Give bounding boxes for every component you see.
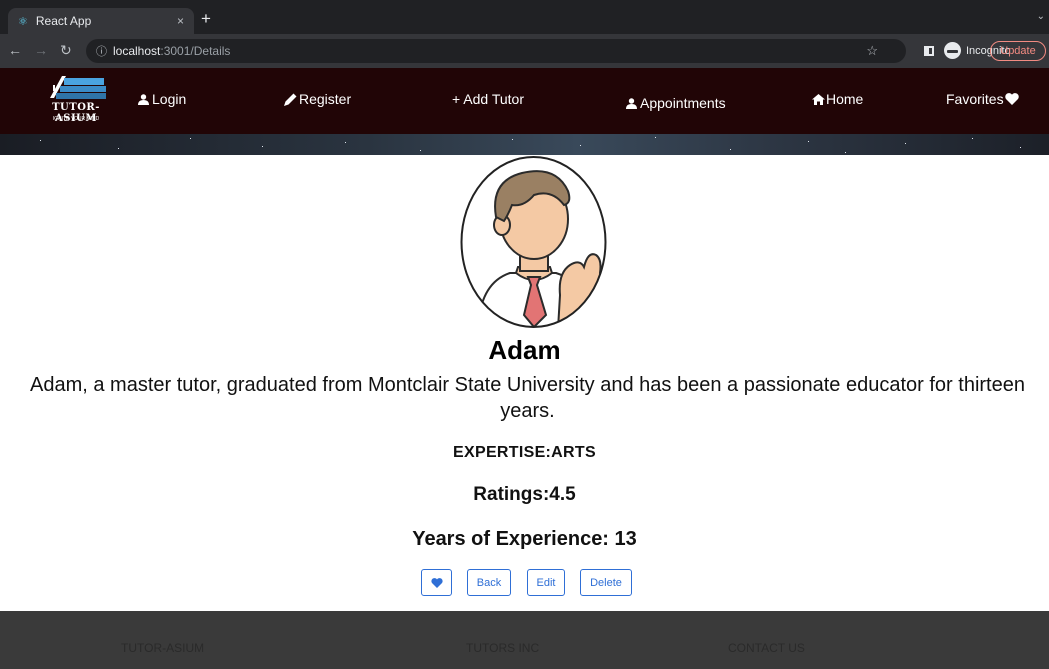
update-button[interactable]: Update — [990, 41, 1046, 61]
address-bar[interactable]: ⓘ localhost:3001/Details ☆ — [86, 39, 906, 63]
heart-icon — [1004, 93, 1019, 105]
footer-contact-us[interactable]: CONTACT US — [728, 641, 805, 655]
site-footer: TUTOR-ASIUM TUTORS INC CONTACT US — [0, 611, 1049, 669]
tab-title: React App — [35, 14, 92, 28]
bookmark-star-icon[interactable]: ☆ — [866, 43, 878, 59]
edit-button[interactable]: Edit — [527, 569, 565, 596]
nav-favorites[interactable]: Favorites — [946, 91, 1019, 107]
tutor-bio: Adam, a master tutor, graduated from Mon… — [30, 374, 1025, 422]
starry-banner — [0, 134, 1049, 155]
nav-home[interactable]: Home — [812, 91, 863, 107]
info-icon[interactable]: ⓘ — [96, 43, 107, 59]
site-navbar: TUTOR-ASIUM IGNITE YOUR MIND Login Regis… — [0, 68, 1049, 134]
favorite-button[interactable] — [421, 569, 452, 596]
tab-close-icon[interactable]: × — [177, 14, 184, 28]
delete-button[interactable]: Delete — [580, 569, 632, 596]
side-panel-icon[interactable] — [924, 46, 934, 56]
tutor-avatar — [460, 156, 607, 328]
back-button[interactable]: Back — [467, 569, 511, 596]
footer-brand: TUTOR-ASIUM — [121, 641, 205, 655]
site-logo[interactable]: TUTOR-ASIUM IGNITE YOUR MIND — [34, 74, 118, 128]
url-host: localhost — [113, 44, 161, 58]
back-arrow-icon[interactable]: ← — [8, 42, 22, 58]
heart-icon — [430, 577, 443, 588]
home-icon — [812, 93, 825, 105]
tab-search-icon[interactable]: ⌄ — [1037, 11, 1045, 22]
nav-login-label: Login — [152, 91, 187, 107]
nav-register[interactable]: Register — [284, 91, 351, 107]
nav-appointments[interactable]: Appointments — [626, 95, 726, 111]
nav-add-tutor[interactable]: + Add Tutor — [452, 91, 524, 107]
incognito-icon — [944, 42, 961, 59]
browser-tabstrip: ⚛ React App × + ⌄ — [0, 0, 1049, 34]
url-path: :3001/Details — [160, 44, 231, 58]
logo-tagline: IGNITE YOUR MIND — [52, 116, 100, 122]
browser-tab[interactable]: ⚛ React App × — [8, 8, 194, 34]
forward-arrow-icon[interactable]: → — [34, 42, 48, 58]
reload-icon[interactable]: ↻ — [60, 42, 72, 59]
nav-home-label: Home — [826, 91, 864, 107]
nav-appointments-label: Appointments — [640, 95, 726, 111]
user-icon — [138, 93, 149, 105]
footer-tutors-inc: TUTORS INC — [466, 641, 540, 655]
browser-toolbar: ← → ↻ ⓘ localhost:3001/Details ☆ Incogni… — [0, 34, 1049, 68]
tutor-expertise: EXPERTISE:ARTS — [453, 444, 596, 461]
tutor-ratings: Ratings:4.5 — [473, 484, 576, 505]
user-icon — [626, 97, 637, 109]
pencil-icon — [284, 93, 297, 106]
tutor-years-experience: Years of Experience: 13 — [412, 528, 637, 550]
nav-add-tutor-label: + Add Tutor — [452, 91, 524, 107]
nav-favorites-label: Favorites — [946, 91, 1004, 107]
react-icon: ⚛ — [18, 15, 28, 28]
house-logo-icon — [50, 76, 106, 99]
tutor-name: Adam — [488, 335, 561, 365]
nav-login[interactable]: Login — [138, 91, 186, 107]
nav-register-label: Register — [299, 91, 352, 107]
new-tab-button[interactable]: + — [201, 9, 211, 29]
